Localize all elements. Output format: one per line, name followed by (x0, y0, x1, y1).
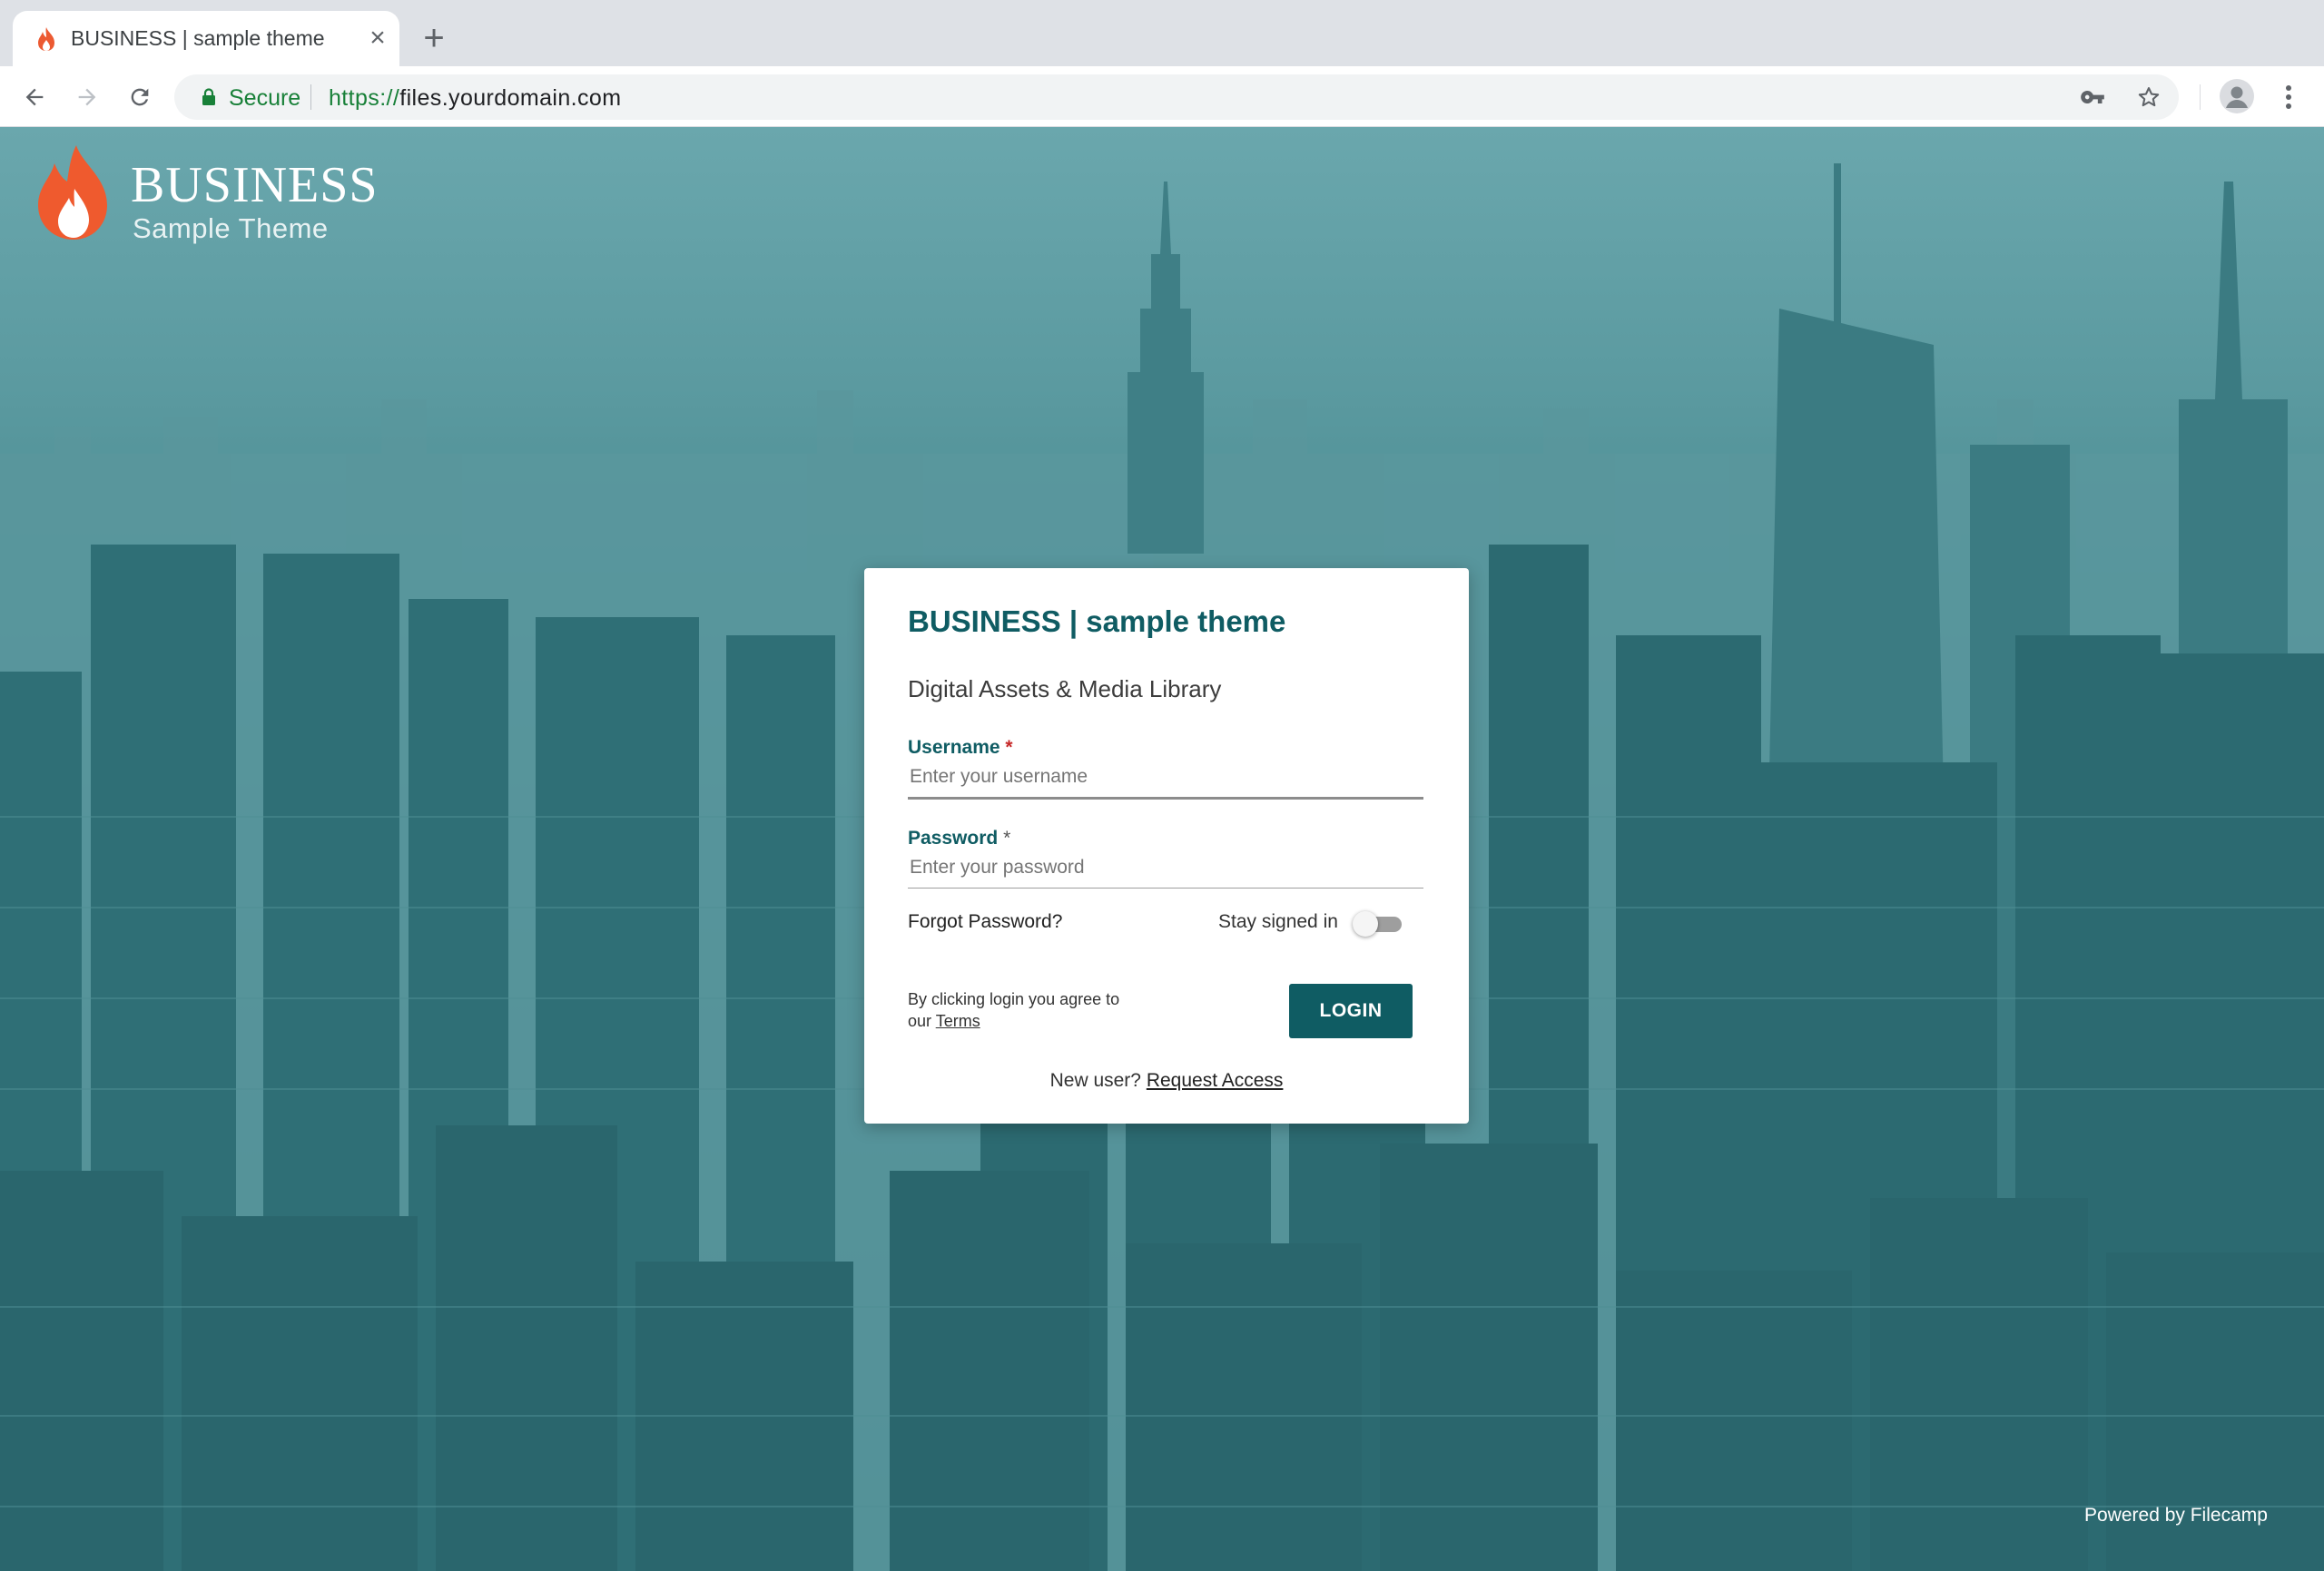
login-button[interactable]: LOGIN (1289, 984, 1413, 1038)
toggle-knob (1353, 911, 1378, 937)
stay-signed-in-label: Stay signed in (1218, 911, 1338, 932)
url-scheme: https:// (329, 85, 400, 111)
url-text[interactable]: https://files.yourdomain.com (329, 85, 621, 112)
username-underline (908, 797, 1423, 800)
terms-notice: By clicking login you agree to our Terms (908, 988, 1126, 1032)
required-mark: * (1003, 828, 1011, 849)
browser-toolbar: Secure https://files.yourdomain.com (0, 66, 2324, 127)
url-host: files.yourdomain.com (399, 85, 622, 111)
password-label-text: Password (908, 828, 999, 849)
profile-icon[interactable] (2220, 79, 2254, 113)
new-user-prompt: New user? Request Access (864, 1070, 1469, 1092)
username-input[interactable] (908, 761, 1423, 793)
login-page: BUSINESS Sample Theme BUSINESS | sample … (0, 127, 2324, 1571)
star-icon[interactable] (2135, 83, 2162, 111)
terms-link[interactable]: Terms (936, 1012, 980, 1030)
toolbar-divider (2200, 84, 2201, 110)
key-icon[interactable] (2079, 83, 2106, 111)
username-label: Username * (908, 737, 1013, 759)
flame-icon (38, 27, 54, 51)
back-arrow-icon[interactable] (16, 79, 53, 115)
powered-by-link[interactable]: Powered by Filecamp (2084, 1505, 2268, 1527)
forward-arrow-icon[interactable] (69, 79, 105, 115)
login-card: BUSINESS | sample theme Digital Assets &… (864, 568, 1469, 1124)
brand-tagline: Sample Theme (133, 212, 329, 244)
tab-title: BUSINESS | sample theme (71, 26, 325, 50)
new-tab-button[interactable]: + (416, 20, 452, 56)
brand-name: BUSINESS (131, 157, 379, 213)
secure-label: Secure (229, 85, 301, 111)
address-bar[interactable]: Secure https://files.yourdomain.com (174, 74, 2179, 120)
required-mark: * (1005, 737, 1013, 758)
request-access-link[interactable]: Request Access (1147, 1070, 1284, 1091)
password-label: Password * (908, 828, 1010, 849)
flame-icon (38, 145, 107, 240)
browser-tab[interactable]: BUSINESS | sample theme × (13, 11, 399, 66)
login-title: BUSINESS | sample theme (908, 604, 1286, 638)
stay-signed-in-toggle[interactable] (1353, 911, 1403, 937)
omnibox-divider (310, 84, 311, 110)
kebab-menu-icon[interactable] (2275, 79, 2302, 115)
tab-close-button[interactable]: × (361, 22, 394, 54)
login-subtitle: Digital Assets & Media Library (908, 675, 1222, 702)
new-user-prefix: New user? (1049, 1070, 1147, 1091)
username-label-text: Username (908, 737, 1000, 758)
password-input[interactable] (908, 851, 1423, 884)
forgot-password-link[interactable]: Forgot Password? (908, 911, 1062, 933)
password-underline (908, 888, 1423, 889)
browser-tab-strip: BUSINESS | sample theme × + (0, 0, 2324, 66)
lock-icon (202, 88, 215, 105)
brand-logo[interactable]: BUSINESS Sample Theme (34, 145, 398, 245)
reload-icon[interactable] (122, 79, 158, 115)
